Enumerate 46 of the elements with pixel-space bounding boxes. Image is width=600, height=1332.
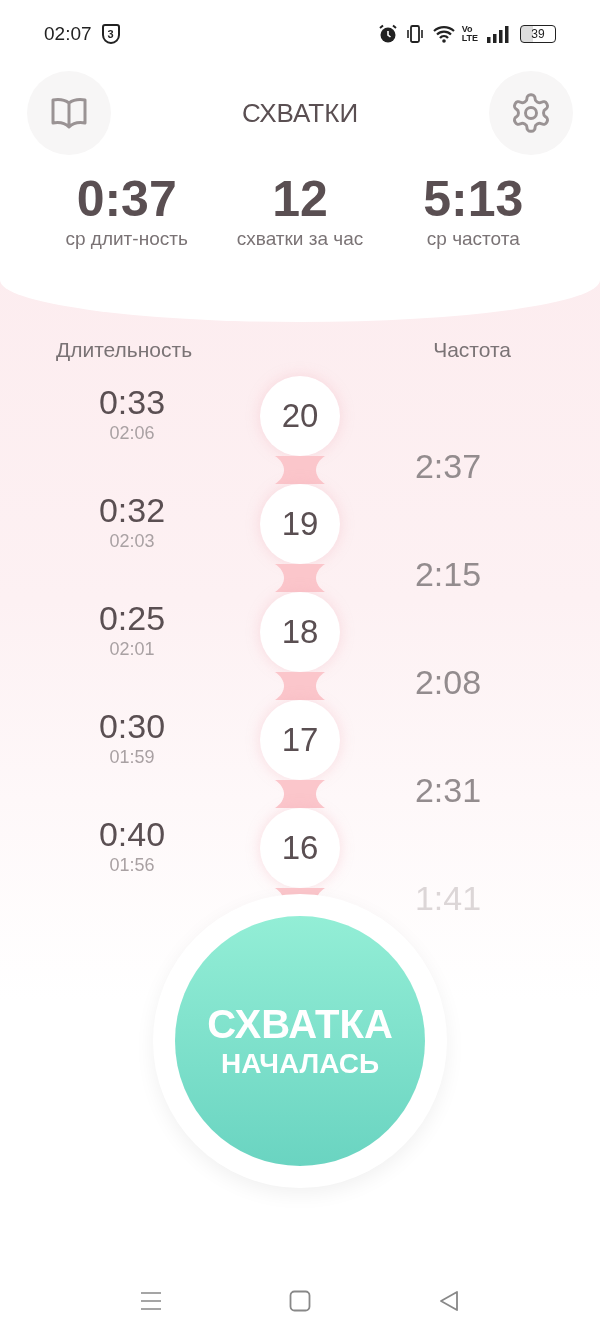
screen-title: СХВАТКИ [241,96,359,130]
duration-value: 0:33 [98,381,166,422]
stat-value: 5:13 [423,171,524,227]
battery-indicator: 39 [520,25,556,43]
book-icon [50,97,88,129]
connector-drawing [275,671,325,700]
connector-drawing [275,779,325,808]
frequency-value: 2:37 [414,445,482,486]
start-time: 02:03 [109,529,155,552]
clock: 02:07 [44,21,92,46]
start-time: 01:56 [109,853,155,876]
shield-badge: 3 [101,24,120,44]
frequency-value: 2:08 [414,661,482,702]
stat-label: ср частота [425,227,521,250]
contraction-number: 18 [260,591,340,672]
wifi-icon [431,24,456,44]
menu-icon[interactable] [140,1291,162,1311]
connector-drawing [275,455,325,484]
contraction-number: 20 [260,375,340,456]
signal-icon [486,25,510,43]
volte-label: Vo [461,25,474,34]
stat-value: 0:37 [76,171,177,227]
start-contraction-button[interactable]: СХВАТКА НАЧАЛАСЬ [175,915,425,1166]
column-header: Частота [433,337,511,363]
duration-value: 0:25 [98,597,166,638]
start-time: 02:01 [109,637,155,660]
contraction-number: 17 [260,699,340,780]
duration-value: 0:30 [98,705,166,746]
start-time: 01:59 [109,745,155,768]
stat-value: 12 [272,171,328,227]
back-icon[interactable] [438,1290,460,1312]
contraction-number: 19 [260,483,340,564]
duration-value: 0:40 [98,813,166,854]
column-header: Длительность [56,337,193,363]
stat-label: ср длит-ность [64,227,189,250]
home-icon[interactable] [289,1290,311,1312]
frequency-value: 2:31 [414,769,482,810]
duration-value: 0:32 [98,489,166,530]
connector-drawing [275,563,325,592]
alarm-icon [377,24,398,44]
contraction-number: 16 [260,807,340,888]
volte-label: LTE [461,34,478,43]
vibrate-icon [405,24,424,44]
frequency-value: 2:15 [414,553,482,594]
start-time: 02:06 [109,421,155,444]
stat-label: схватки за час [235,227,365,250]
